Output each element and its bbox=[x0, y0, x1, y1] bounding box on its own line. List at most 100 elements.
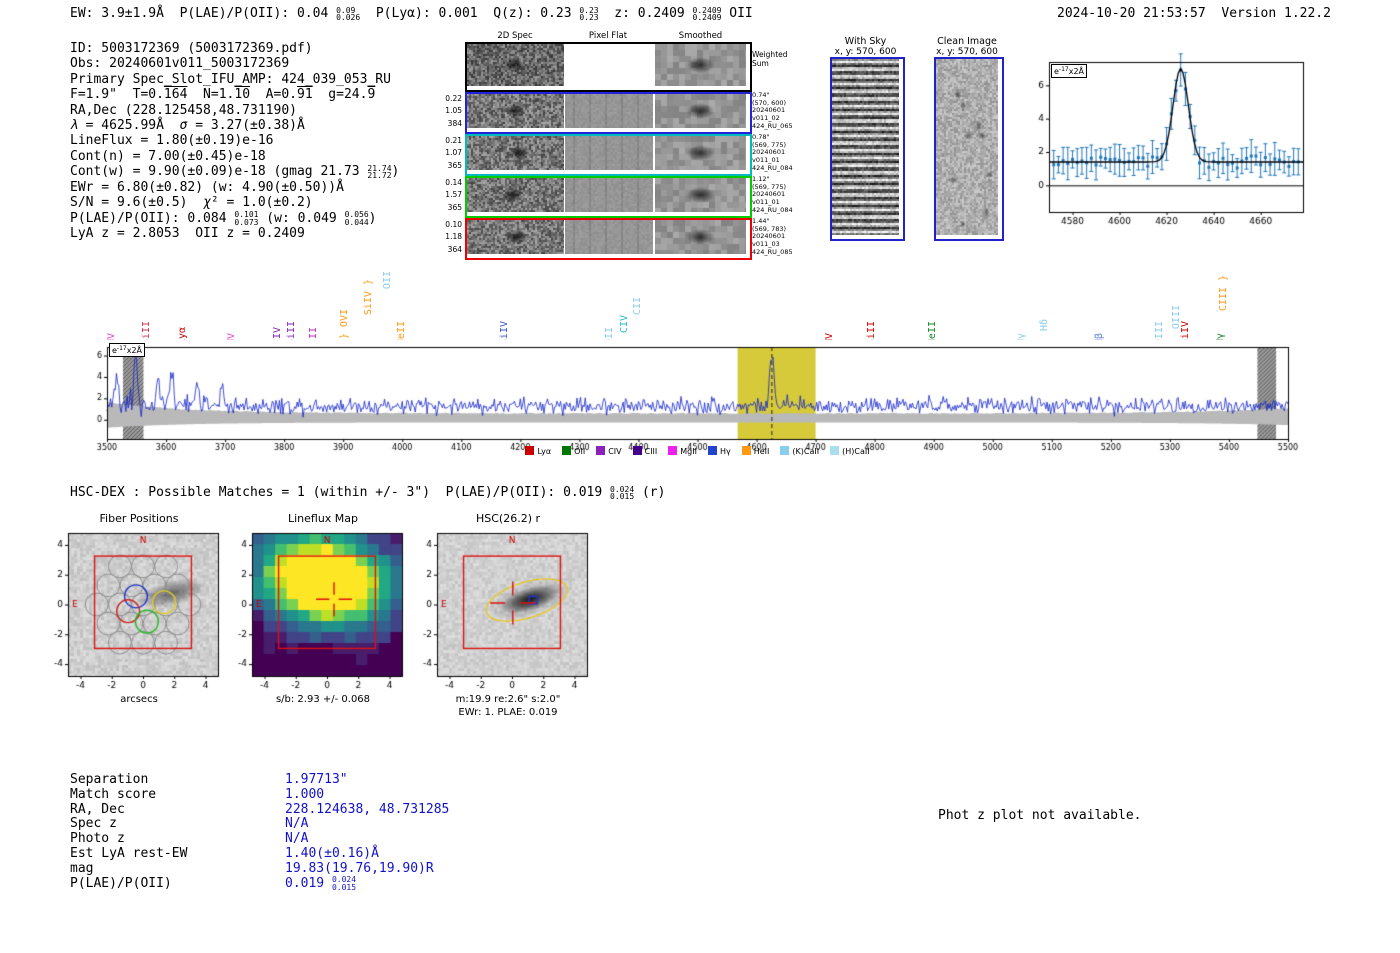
match-field-label: RA, Dec bbox=[70, 801, 125, 817]
match-field-label: Photo z bbox=[70, 831, 125, 847]
info-line: LineFlux = 1.80(±0.19)e-16 bbox=[70, 133, 274, 149]
legend-label: (K)CaII bbox=[792, 447, 820, 456]
clean-image-panel bbox=[934, 57, 1004, 241]
match-table-row: Est LyA rest-EW 1.40(±0.16)Å bbox=[70, 846, 590, 861]
legend-swatch bbox=[596, 446, 606, 455]
legend-swatch bbox=[741, 446, 751, 455]
info-line: LyA z = 2.8053 OII z = 0.2409 bbox=[70, 226, 305, 242]
info-line: EWr = 6.80(±0.82) (w: 4.90(±0.50))Å bbox=[70, 179, 344, 195]
match-table-row: Photo z N/A bbox=[70, 831, 590, 846]
zoom-flux-units-label: e-17x2Å bbox=[1051, 64, 1088, 78]
match-field-label: P(LAE)/P(OII) bbox=[70, 875, 172, 891]
with-sky-image bbox=[832, 59, 899, 235]
match-table-row: Separation 1.97713" bbox=[70, 772, 590, 787]
hsc-cutout-ew-label: EWr: 1. PLAE: 0.019 bbox=[458, 707, 558, 718]
timestamp: 2024-10-20 21:53:57 Version 1.22.2 bbox=[1057, 6, 1331, 21]
info-line: RA,Dec (228.125458,48.731190) bbox=[70, 102, 297, 118]
match-field-value: 228.124638, 48.731285 bbox=[285, 801, 450, 817]
match-field-value: N/A bbox=[285, 831, 309, 847]
legend-label: Lyα bbox=[537, 447, 552, 456]
spec2d-strip-flat bbox=[565, 94, 653, 128]
spec2d-strip-spec2d bbox=[467, 44, 564, 86]
spectrum-flux-units-label: e-17x2Å bbox=[109, 343, 146, 357]
match-field-label: Separation bbox=[70, 772, 149, 787]
with-sky-panel bbox=[830, 57, 905, 241]
info-line: Obs: 20240601v011_5003172369 bbox=[70, 56, 290, 72]
legend-item: MgII bbox=[668, 446, 697, 456]
hsc-image-cutout bbox=[419, 524, 597, 694]
spec2d-strip-smooth bbox=[655, 136, 746, 170]
legend-swatch bbox=[830, 446, 840, 455]
emission-line-markers: NV SiII Lyα NV CIV SiII CII} OVI SiIV } OII HeII S… bbox=[0, 262, 1400, 345]
spec2d-strip-flat bbox=[565, 136, 653, 170]
spec2d-row bbox=[465, 92, 752, 134]
spec2d-strip-spec2d bbox=[467, 94, 564, 128]
line-marker: } OVI bbox=[338, 308, 350, 339]
spec2d-strip-blank bbox=[564, 44, 655, 86]
info-line: F=1.9" T=0.164 N=1.10 A=0.91 g=24.9 bbox=[70, 87, 376, 103]
legend-swatch bbox=[707, 446, 717, 455]
spec2d-strip-flat bbox=[565, 220, 653, 254]
match-table-row: Match score 1.000 bbox=[70, 787, 590, 802]
line-marker: Hδ bbox=[1039, 318, 1051, 331]
legend-item: HeII bbox=[741, 446, 769, 456]
spec2d-row-scale-labels: 0.22 1.05 384 bbox=[445, 94, 462, 128]
spec2d-row-annotation: 1.44" (569, 783) 20240601 v011_03 424_RU_085 bbox=[752, 217, 793, 256]
full-spectrum-plot bbox=[88, 340, 1300, 452]
spec2d-row-annotation: 0.78" (569, 775) 20240601 v011_01 424_RU_084 bbox=[752, 133, 793, 172]
hsc-match-header: HSC-DEX : Possible Matches = 1 (within +… bbox=[70, 484, 666, 501]
photz-note: Phot z plot not available. bbox=[938, 808, 1142, 823]
match-field-label: Spec z bbox=[70, 816, 117, 832]
info-line: P(LAE)/P(OII): 0.084 0.101 0.073 (w: 0.04… bbox=[70, 210, 377, 227]
legend-label: (H)CaII bbox=[842, 447, 870, 456]
legend-item: (H)CaII bbox=[830, 446, 870, 456]
with-sky-subtitle: x, y: 570, 600 bbox=[834, 47, 897, 57]
match-field-value: 1.40(±0.16)Å bbox=[285, 845, 379, 861]
spec2d-row bbox=[465, 218, 752, 260]
clean-image-title: Clean Image bbox=[937, 36, 997, 47]
weighted-sum-label: Weighted Sum bbox=[752, 50, 788, 68]
summary-line: EW: 3.9±1.9Å P(LAE)/P(OII): 0.04 0.09 0.0… bbox=[70, 5, 753, 22]
spec2d-col-header-2dspec: 2D Spec bbox=[497, 31, 533, 41]
info-line: ID: 5003172369 (5003172369.pdf) bbox=[70, 41, 313, 56]
match-field-label: mag bbox=[70, 860, 94, 876]
spec2d-col-header-smoothed: Smoothed bbox=[678, 31, 723, 41]
spec2d-strip-spec2d bbox=[467, 136, 564, 170]
lineflux-map-xlabel: s/b: 2.93 +/- 0.068 bbox=[275, 694, 371, 705]
info-line: Primary Spec_Slot_IFU_AMP: 424_039_053_R… bbox=[70, 71, 391, 87]
line-marker: CII bbox=[632, 296, 644, 315]
legend-item: Lyα bbox=[525, 446, 551, 456]
spec2d-strip-smooth bbox=[655, 44, 746, 86]
info-line: λ = 4625.99Å σ = 3.27(±0.38)Å bbox=[70, 118, 305, 134]
detection-info-block: ID: 5003172369 (5003172369.pdf) Obs: 2024… bbox=[70, 41, 399, 241]
match-field-label: Est LyA rest-EW bbox=[70, 845, 188, 861]
legend-label: Hγ bbox=[719, 447, 731, 456]
spec2d-row bbox=[465, 42, 752, 92]
lineflux-map-cutout bbox=[234, 524, 412, 694]
legend-swatch bbox=[632, 446, 642, 455]
spec2d-strip-flat bbox=[565, 178, 653, 212]
spec2d-strip-smooth bbox=[655, 220, 746, 254]
version-label: Version 1.22.2 bbox=[1221, 6, 1331, 21]
info-line: Cont(n) = 7.00(±0.45)e-18 bbox=[70, 148, 266, 164]
legend-label: MgII bbox=[680, 447, 697, 456]
line-marker: CIV bbox=[619, 314, 631, 333]
spec2d-strip-smooth bbox=[655, 178, 746, 212]
spectrum-legend: Lyα OII CIV CIII MgII Hγ HeII (K)CaII (H)CaII bbox=[107, 446, 1288, 456]
hsc-cutout-xlabel: m:19.9 re:2.6" s:2.0" bbox=[455, 694, 561, 705]
info-line: Cont(w) = 9.90(±0.09)e-18 (gmag 21.73 21… bbox=[70, 163, 400, 181]
legend-swatch bbox=[562, 446, 572, 455]
spec2d-row-annotation: 1.12" (569, 775) 20240601 v011_01 424_RU_084 bbox=[752, 175, 793, 214]
clean-image-subtitle: x, y: 570, 600 bbox=[936, 47, 998, 57]
legend-swatch bbox=[780, 446, 790, 455]
spec2d-row bbox=[465, 134, 752, 176]
spec2d-col-header-pixelflat: Pixel Flat bbox=[588, 31, 628, 41]
clean-image bbox=[936, 59, 998, 235]
legend-swatch bbox=[668, 446, 678, 455]
spec2d-strip-spec2d bbox=[467, 220, 564, 254]
with-sky-title: With Sky bbox=[844, 36, 887, 47]
spec2d-row bbox=[465, 176, 752, 218]
legend-swatch bbox=[525, 446, 535, 455]
fiber-positions-cutout bbox=[50, 524, 228, 694]
legend-label: OII bbox=[574, 447, 586, 456]
